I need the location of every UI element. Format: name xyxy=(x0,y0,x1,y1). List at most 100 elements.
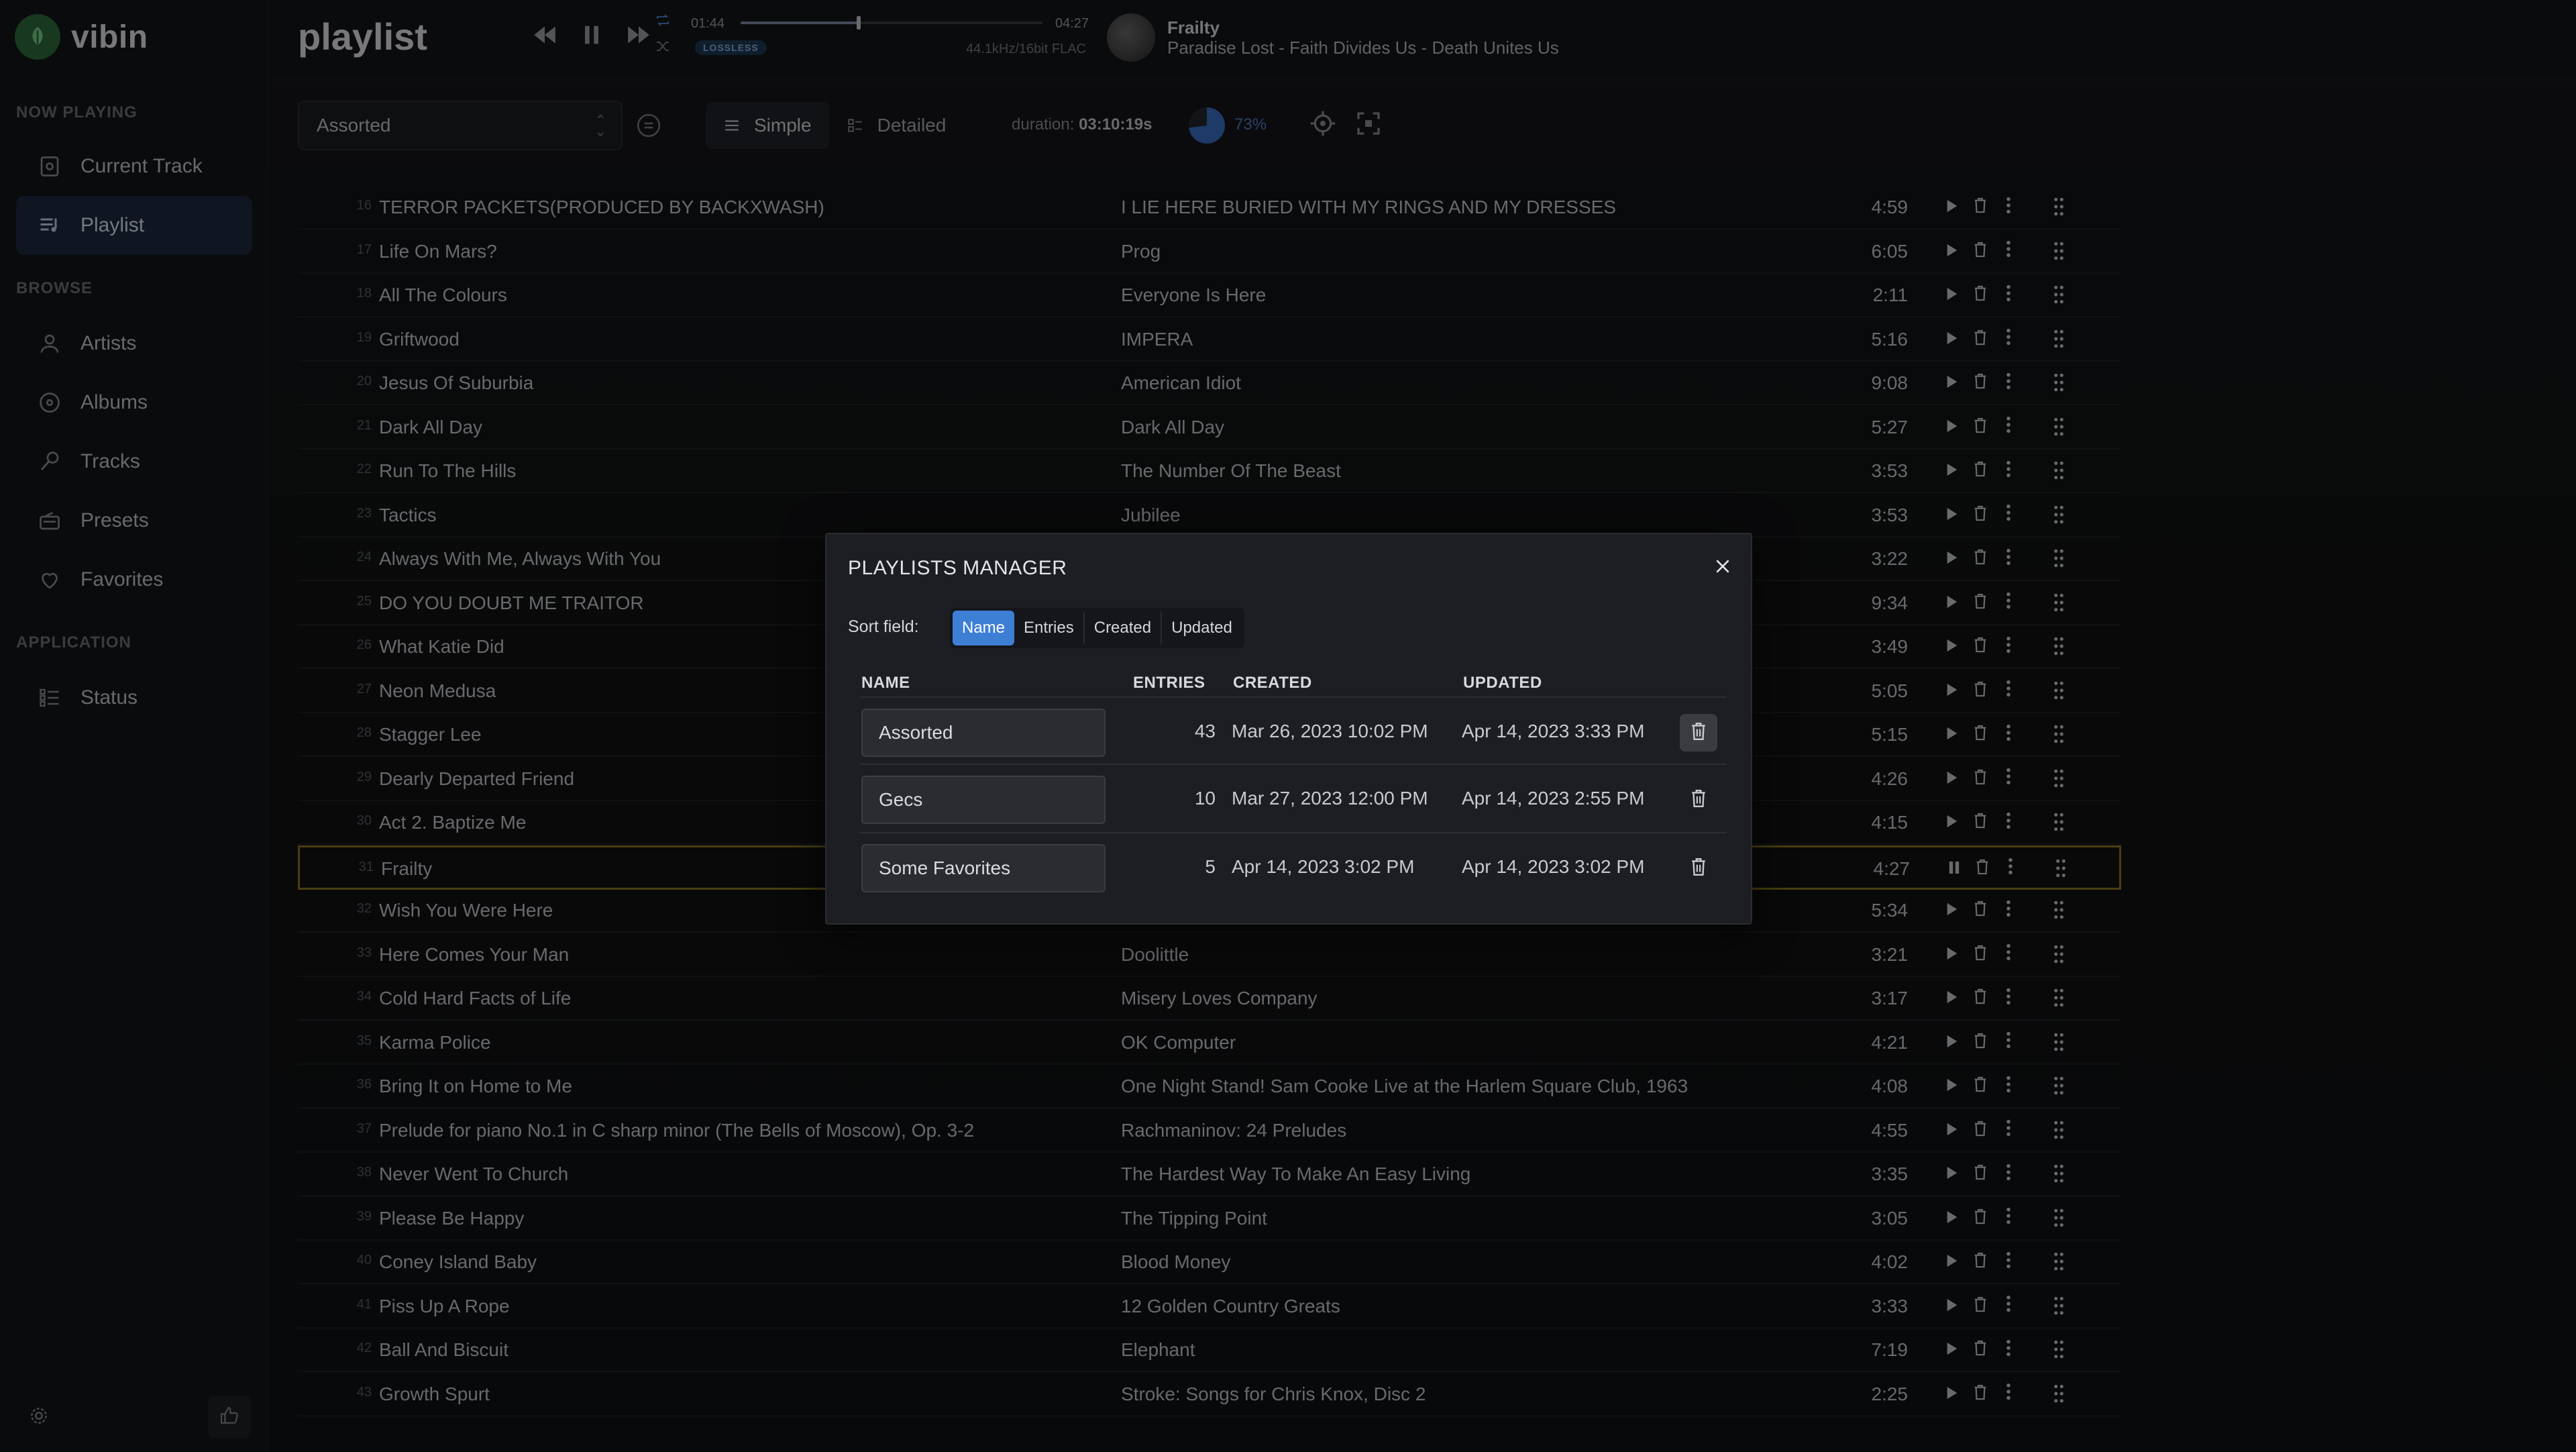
track-menu-button[interactable] xyxy=(1999,1163,2018,1185)
drag-handle[interactable] xyxy=(2053,197,2073,219)
track-row[interactable]: 23 Tactics Jubilee 3:53 xyxy=(298,494,2121,537)
shuffle-icon[interactable] xyxy=(655,38,675,58)
remove-track-button[interactable] xyxy=(1971,1076,1990,1097)
sidebar-item-status[interactable]: Status xyxy=(16,668,252,727)
remove-track-button[interactable] xyxy=(1971,1251,1990,1273)
play-track-button[interactable] xyxy=(1943,1384,1962,1405)
progress-knob[interactable] xyxy=(856,16,861,30)
sort-by-created-button[interactable]: Created xyxy=(1085,611,1163,645)
remove-track-button[interactable] xyxy=(1971,812,1990,833)
drag-handle[interactable] xyxy=(2053,329,2073,352)
drag-handle[interactable] xyxy=(2053,284,2073,307)
play-track-button[interactable] xyxy=(1943,1251,1962,1273)
drag-handle[interactable] xyxy=(2053,768,2073,791)
track-row[interactable]: 22 Run To The Hills The Number Of The Beas… xyxy=(298,450,2121,493)
drag-handle[interactable] xyxy=(2053,241,2073,264)
track-title[interactable]: Here Comes Your Man xyxy=(379,944,569,966)
track-row[interactable]: 18 All The Colours Everyone Is Here 2:11 xyxy=(298,274,2121,317)
drag-handle[interactable] xyxy=(2053,636,2073,659)
remove-track-button[interactable] xyxy=(1971,329,1990,350)
play-track-button[interactable] xyxy=(1943,1032,1962,1053)
track-menu-button[interactable] xyxy=(2001,858,2020,880)
play-track-button[interactable] xyxy=(1943,988,1962,1009)
remove-track-button[interactable] xyxy=(1971,592,1990,614)
drag-handle[interactable] xyxy=(2053,812,2073,835)
play-track-button[interactable] xyxy=(1943,1296,1962,1317)
next-button[interactable] xyxy=(624,21,653,51)
remove-track-button[interactable] xyxy=(1971,1163,1990,1185)
play-track-button[interactable] xyxy=(1943,241,1962,262)
track-album[interactable]: The Tipping Point xyxy=(1121,1208,1267,1229)
play-track-button[interactable] xyxy=(1943,768,1962,790)
track-menu-button[interactable] xyxy=(1999,1295,2018,1317)
track-title[interactable]: Act 2. Baptize Me xyxy=(379,812,526,833)
track-menu-button[interactable] xyxy=(1999,636,2018,658)
track-menu-button[interactable] xyxy=(1999,724,2018,745)
play-track-button[interactable] xyxy=(1943,636,1962,658)
track-title[interactable]: Tactics xyxy=(379,505,437,526)
track-row[interactable]: 20 Jesus Of Suburbia American Idiot 9:08 xyxy=(298,362,2121,405)
track-row[interactable]: 41 Piss Up A Rope 12 Golden Country Greats… xyxy=(298,1285,2121,1329)
track-menu-button[interactable] xyxy=(1999,812,2018,833)
track-menu-button[interactable] xyxy=(1999,1119,2018,1141)
remove-track-button[interactable] xyxy=(1971,680,1990,702)
track-title[interactable]: Griftwood xyxy=(379,329,460,350)
drag-handle[interactable] xyxy=(2053,460,2073,483)
remove-track-button[interactable] xyxy=(1971,241,1990,262)
track-title[interactable]: Dark All Day xyxy=(379,417,482,438)
remove-track-button[interactable] xyxy=(1971,1032,1990,1053)
track-title[interactable]: Coney Island Baby xyxy=(379,1251,537,1273)
track-album[interactable]: Jubilee xyxy=(1121,505,1181,526)
track-title[interactable]: Piss Up A Rope xyxy=(379,1296,510,1317)
track-title[interactable]: Dearly Departed Friend xyxy=(379,768,574,790)
track-album[interactable]: Everyone Is Here xyxy=(1121,284,1266,306)
track-menu-button[interactable] xyxy=(1999,460,2018,482)
play-track-button[interactable] xyxy=(1943,1163,1962,1185)
settings-button[interactable] xyxy=(17,1396,60,1439)
playlist-name-input[interactable] xyxy=(861,709,1106,757)
remove-track-button[interactable] xyxy=(1971,636,1990,658)
track-menu-button[interactable] xyxy=(1999,943,2018,966)
sidebar-item-tracks[interactable]: Tracks xyxy=(16,432,252,491)
play-track-button[interactable] xyxy=(1943,1120,1962,1141)
track-menu-button[interactable] xyxy=(1999,768,2018,790)
track-menu-button[interactable] xyxy=(1999,284,2018,306)
play-track-button[interactable] xyxy=(1943,812,1962,833)
track-album[interactable]: One Night Stand! Sam Cooke Live at the H… xyxy=(1121,1076,1688,1097)
view-simple-button[interactable]: Simple xyxy=(706,102,829,149)
remove-track-button[interactable] xyxy=(1971,460,1990,482)
sort-by-updated-button[interactable]: Updated xyxy=(1162,611,1242,645)
track-album[interactable]: I LIE HERE BURIED WITH MY RINGS AND MY D… xyxy=(1121,197,1616,218)
delete-playlist-button[interactable] xyxy=(1680,781,1717,819)
remove-track-button[interactable] xyxy=(1973,858,1992,880)
remove-track-button[interactable] xyxy=(1971,505,1990,526)
track-menu-button[interactable] xyxy=(1999,592,2018,614)
track-menu-button[interactable] xyxy=(1999,372,2018,394)
pause-button[interactable] xyxy=(577,21,606,51)
track-row[interactable]: 43 Growth Spurt Stroke: Songs for Chris Kn… xyxy=(298,1373,2121,1416)
play-track-button[interactable] xyxy=(1943,197,1962,218)
drag-handle[interactable] xyxy=(2053,505,2073,527)
remove-track-button[interactable] xyxy=(1971,417,1990,438)
drag-handle[interactable] xyxy=(2053,1384,2073,1406)
sort-by-name-button[interactable]: Name xyxy=(953,611,1015,645)
remove-track-button[interactable] xyxy=(1971,1384,1990,1405)
drag-handle[interactable] xyxy=(2053,1251,2073,1274)
track-album[interactable]: IMPERA xyxy=(1121,329,1193,350)
track-menu-button[interactable] xyxy=(1999,328,2018,350)
track-album[interactable]: Dark All Day xyxy=(1121,417,1224,438)
track-title[interactable]: TERROR PACKETS(PRODUCED BY BACKXWASH) xyxy=(379,197,824,218)
track-title[interactable]: Bring It on Home to Me xyxy=(379,1076,572,1097)
drag-handle[interactable] xyxy=(2053,417,2073,439)
play-track-button[interactable] xyxy=(1943,900,1962,921)
track-title[interactable]: Run To The Hills xyxy=(379,460,516,482)
play-track-button[interactable] xyxy=(1943,944,1962,966)
track-menu-button[interactable] xyxy=(1999,416,2018,438)
track-menu-button[interactable] xyxy=(1999,1251,2018,1273)
play-track-button[interactable] xyxy=(1943,724,1962,745)
remove-track-button[interactable] xyxy=(1971,944,1990,966)
track-row[interactable]: 33 Here Comes Your Man Doolittle 3:21 xyxy=(298,933,2121,977)
track-album[interactable]: Prog xyxy=(1121,241,1161,262)
track-menu-button[interactable] xyxy=(1999,1383,2018,1405)
track-title[interactable]: Never Went To Church xyxy=(379,1163,568,1185)
